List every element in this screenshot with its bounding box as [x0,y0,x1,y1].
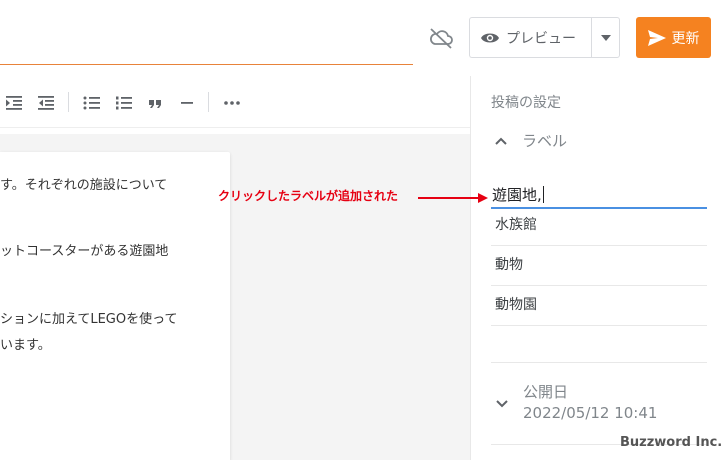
update-button-label: 更新 [671,30,700,47]
toolbar-separator [68,92,69,112]
annotation-text: クリックしたラベルが追加された [218,189,399,203]
publish-date-value[interactable]: 2022/05/12 10:41 [523,404,657,422]
document-text-line: います。 [0,338,51,353]
preview-button-label: プレビュー [506,30,576,47]
label-input-value: 遊園地, [492,186,542,204]
chevron-up-icon [495,137,507,145]
document-text-line: ションに加えてLEGOを使って [0,312,178,327]
toolbar-separator [208,92,209,112]
labels-section-title: ラベル [522,132,568,150]
text-caret [542,186,544,203]
eye-icon [481,33,499,42]
caret-down-icon [600,34,611,41]
bulleted-list-icon[interactable] [82,94,102,112]
label-option[interactable]: 水族館 [491,206,707,246]
sidebar-divider [491,362,707,363]
quote-icon[interactable] [146,94,166,112]
preview-button[interactable]: プレビュー [469,17,591,58]
publish-date-label: 公開日 [523,383,569,401]
sidebar-title: 投稿の設定 [491,95,561,111]
numbered-list-icon[interactable] [114,94,134,112]
document-text-line: す。それぞれの施設について [0,178,168,193]
send-icon [647,29,666,46]
horizontal-rule-icon[interactable] [177,94,197,112]
document-text-line: ットコースターがある遊園地 [0,244,169,259]
update-button[interactable]: 更新 [636,17,711,58]
preview-dropdown-button[interactable] [591,17,620,58]
cloud-off-icon[interactable] [427,26,455,50]
label-option[interactable]: 動物 [491,246,707,286]
label-option[interactable]: 動物園 [491,286,707,326]
watermark: Buzzword Inc. [620,435,723,450]
outdent-icon[interactable] [36,94,56,112]
chevron-down-icon[interactable] [494,396,510,412]
title-input-underline[interactable] [0,64,413,65]
labels-section-toggle[interactable]: ラベル [494,130,567,151]
annotation-arrow-icon [418,193,488,203]
more-options-icon[interactable] [222,94,242,112]
document-body[interactable]: す。それぞれの施設について ットコースターがある遊園地 ションに加えてLEGOを… [0,152,230,460]
indent-icon[interactable] [4,94,24,112]
